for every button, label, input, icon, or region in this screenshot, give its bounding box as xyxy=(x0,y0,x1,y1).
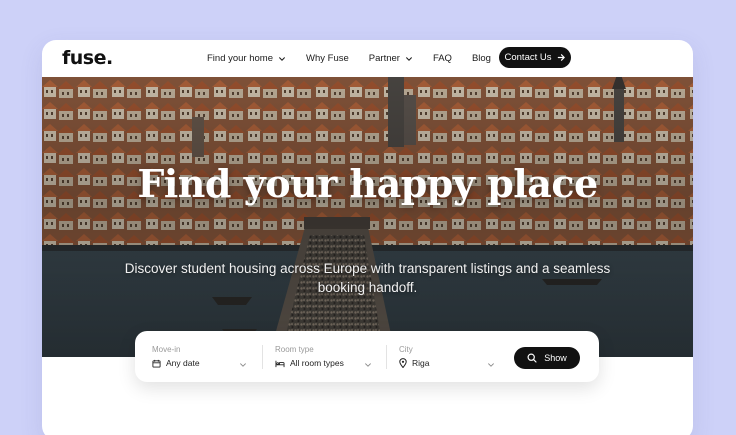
contact-us-label: Contact Us xyxy=(504,52,552,63)
room-type-value: All room types xyxy=(275,358,344,368)
nav-item-find-your-home[interactable]: Find your home xyxy=(207,53,286,64)
hero-section: Find your happy place Discover student h… xyxy=(42,77,693,357)
room-type-field[interactable]: Room type All room types xyxy=(275,331,375,382)
field-divider xyxy=(386,345,387,369)
nav-links: Find your home Why Fuse Partner FAQ Blog xyxy=(207,40,511,77)
browser-window: fuse. Find your home Why Fuse Partner FA… xyxy=(42,40,693,435)
room-type-label: Room type xyxy=(275,345,314,354)
nav-item-label: Why Fuse xyxy=(306,53,349,64)
room-type-text: All room types xyxy=(290,358,344,368)
nav-item-label: Partner xyxy=(368,53,400,64)
nav-item-why-fuse[interactable]: Why Fuse xyxy=(306,53,349,64)
chevron-down-icon xyxy=(365,363,371,367)
move-in-value: Any date xyxy=(152,358,200,368)
city-label: City xyxy=(399,345,413,354)
hero-title: Find your happy place xyxy=(137,161,598,206)
search-bar: Move-in Any date Room type All room type… xyxy=(135,331,599,382)
field-divider xyxy=(262,345,263,369)
search-icon xyxy=(527,353,537,363)
hero-subtitle: Discover student housing across Europe w… xyxy=(124,261,611,295)
chevron-down-icon xyxy=(488,363,494,367)
move-in-text: Any date xyxy=(166,358,200,368)
top-nav: fuse. Find your home Why Fuse Partner FA… xyxy=(42,40,693,77)
move-in-label: Move-in xyxy=(152,345,181,354)
brand-logo[interactable]: fuse. xyxy=(62,47,113,69)
hero-city-photo xyxy=(42,77,693,357)
arrow-right-icon xyxy=(557,54,565,61)
nav-item-partner[interactable]: Partner xyxy=(369,53,413,64)
contact-us-button[interactable]: Contact Us xyxy=(499,47,571,68)
city-value: Riga xyxy=(399,358,429,368)
chevron-down-icon xyxy=(240,363,246,367)
move-in-field[interactable]: Move-in Any date xyxy=(152,331,252,382)
nav-item-label: FAQ xyxy=(432,53,452,64)
calendar-icon xyxy=(152,359,161,368)
show-button[interactable]: Show xyxy=(514,347,580,369)
city-field[interactable]: City Riga xyxy=(399,331,499,382)
chevron-down-icon xyxy=(279,56,285,61)
bed-icon xyxy=(275,360,285,367)
chevron-down-icon xyxy=(406,56,412,61)
nav-item-blog[interactable]: Blog xyxy=(472,53,491,64)
show-button-label: Show xyxy=(544,353,567,363)
nav-item-faq[interactable]: FAQ xyxy=(433,53,452,64)
nav-item-label: Find your home xyxy=(207,53,274,64)
map-pin-icon xyxy=(399,358,407,368)
city-text: Riga xyxy=(412,358,430,368)
nav-item-label: Blog xyxy=(471,53,491,64)
